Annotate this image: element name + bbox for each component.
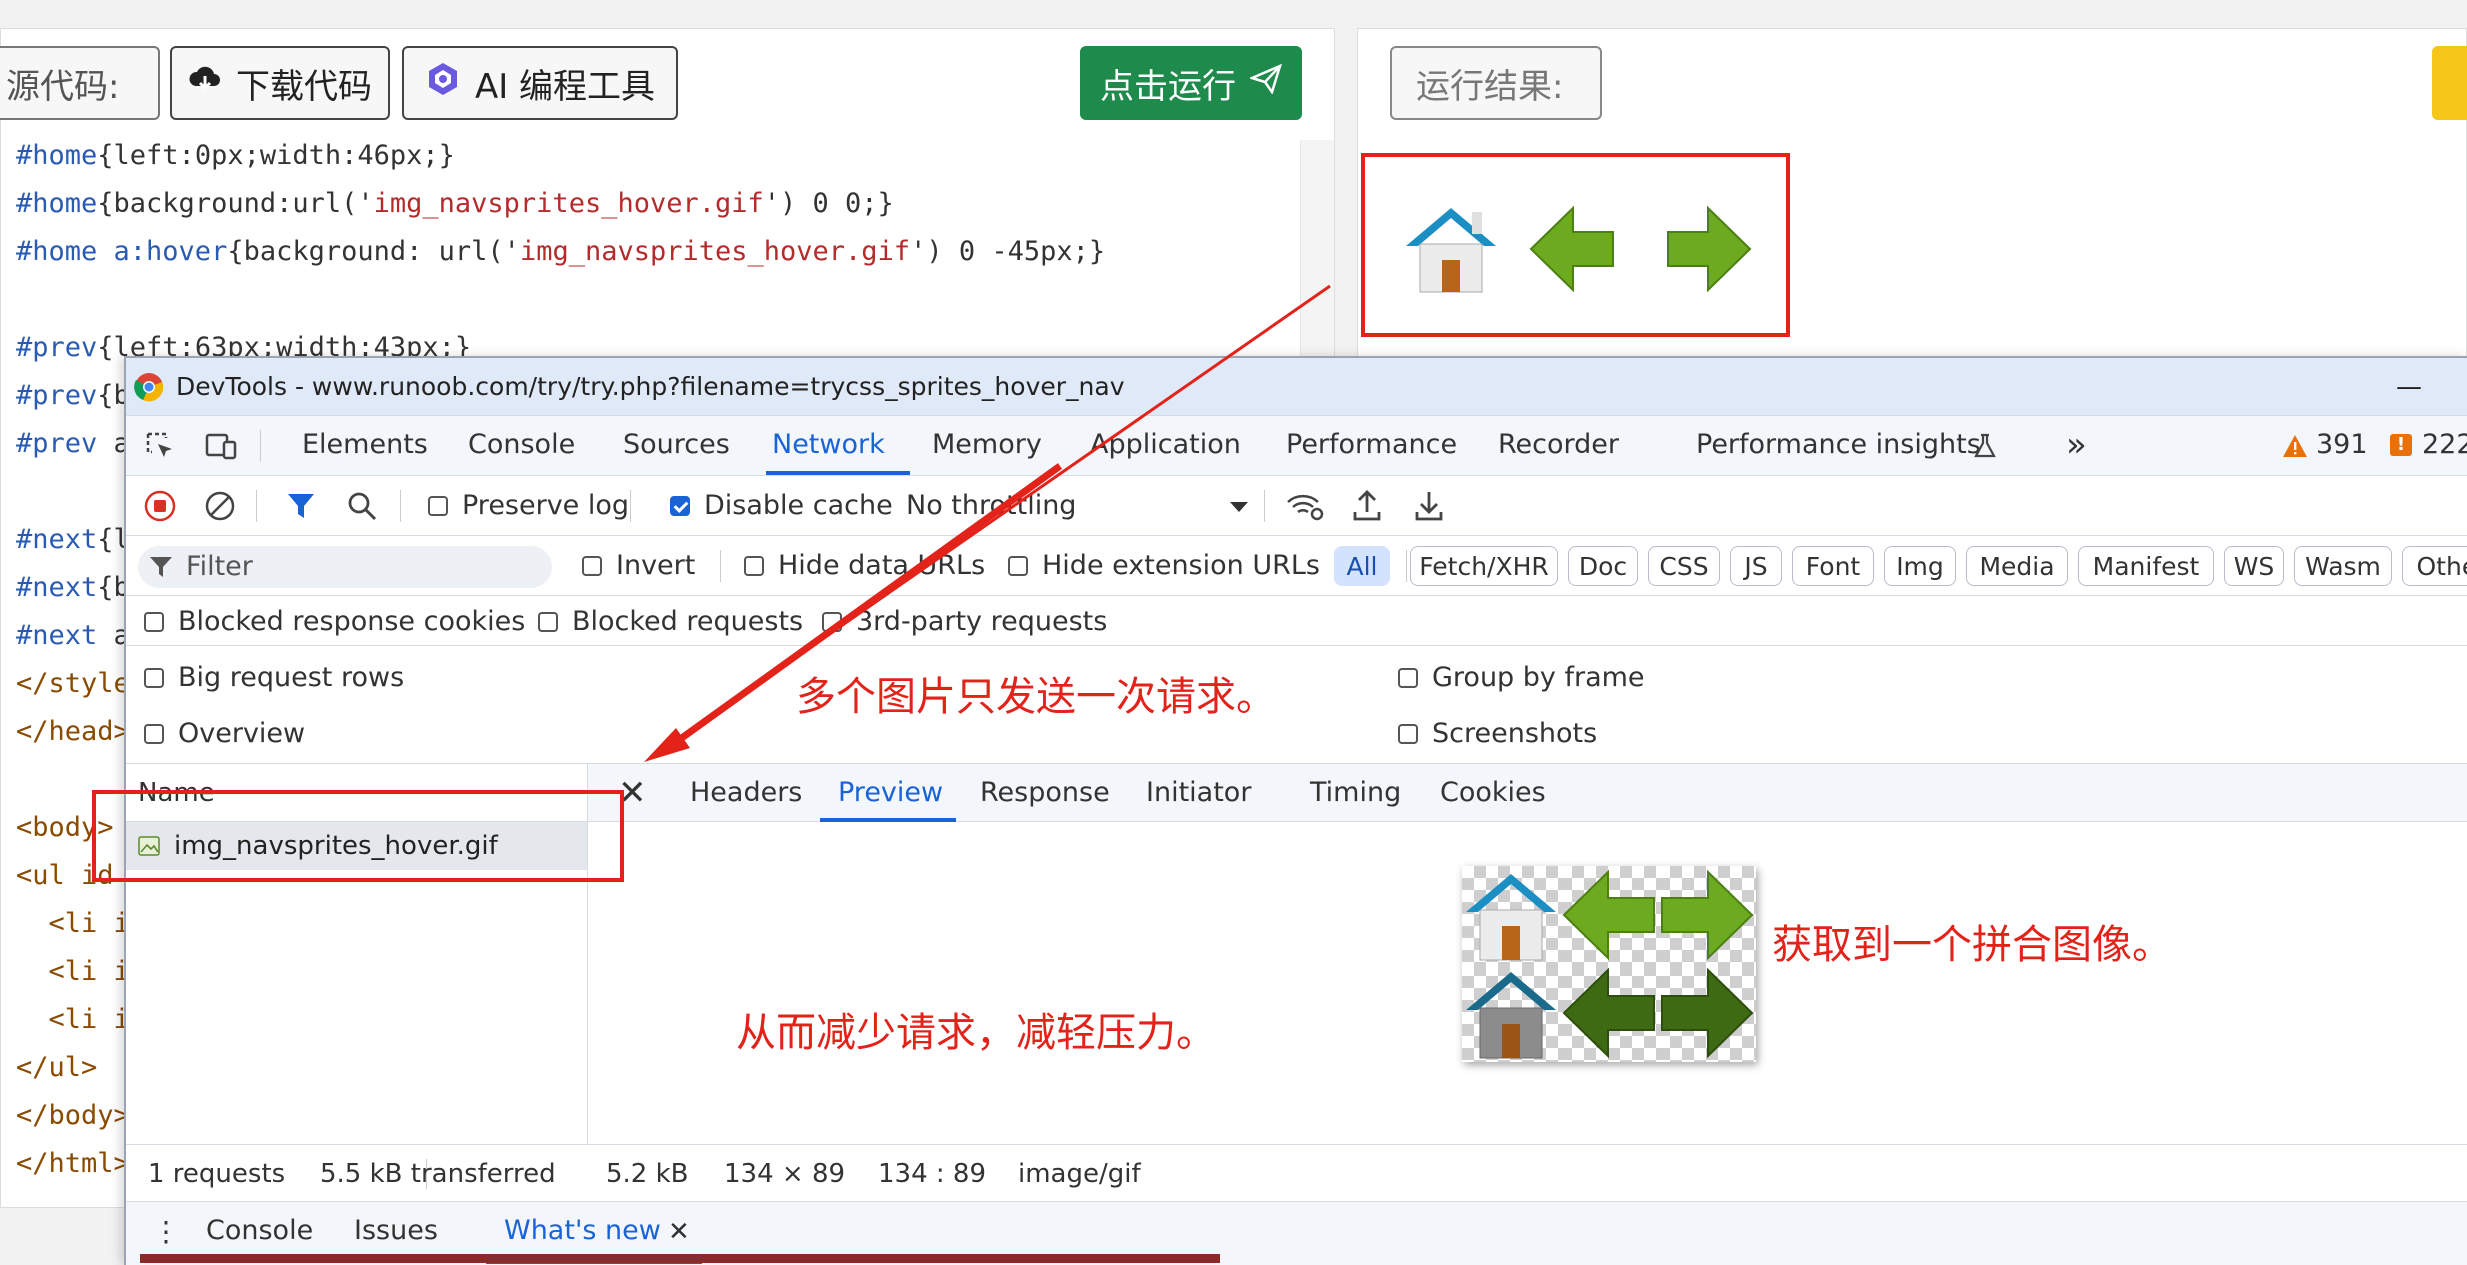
annotation-arrow: [644, 284, 1331, 762]
annotation-one-request: 多个图片只发送一次请求。: [796, 674, 1276, 720]
annotation-reduce-load: 从而减少请求，减轻压力。: [736, 1010, 1216, 1056]
annotation-sprite-obtained: 获取到一个拼合图像。: [1772, 922, 2172, 968]
taskbar-strip: [140, 1254, 1220, 1263]
